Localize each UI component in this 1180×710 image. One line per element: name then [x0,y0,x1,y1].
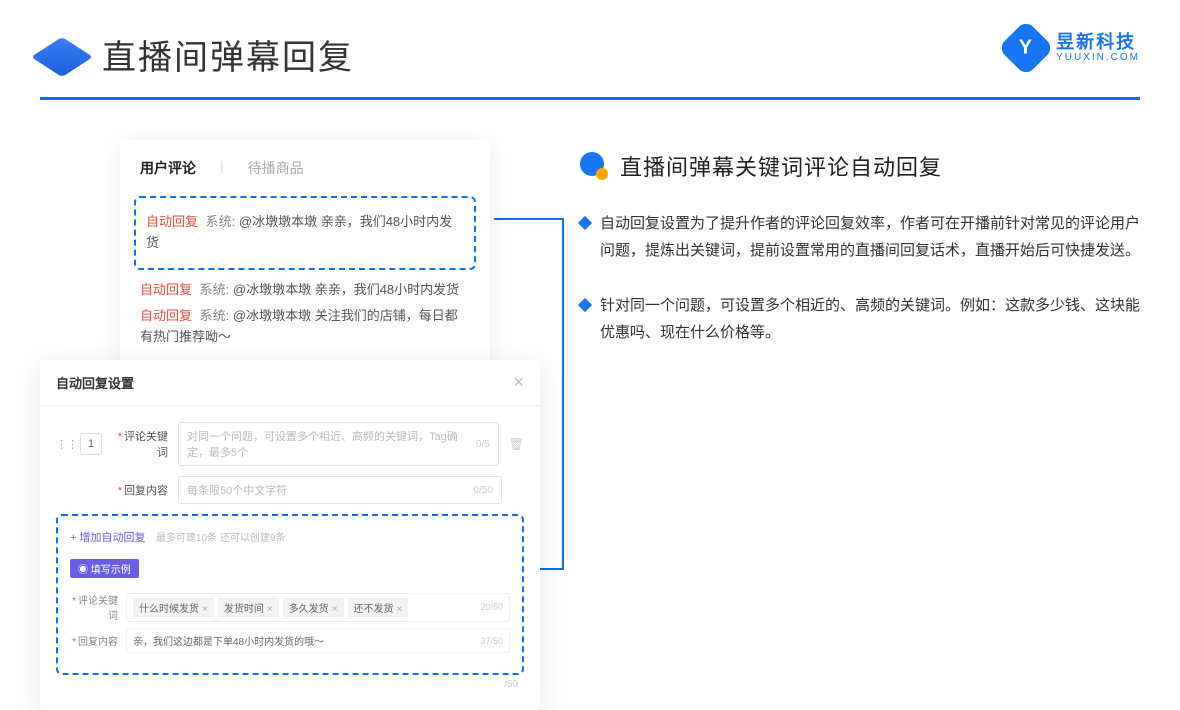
settings-card: 自动回复设置 × ⋮⋮ 1 *评论关键词 对同一个问题，可设置多个相近、高频的关… [40,360,540,710]
section-title: 直播间弹幕关键词评论自动回复 [620,150,942,182]
logo-icon [40,35,84,75]
brand-name-cn: 昱新科技 [1056,33,1140,53]
keyword-tag[interactable]: 发货时间 [218,598,279,617]
bullet-text: 针对同一个问题，可设置多个相近的、高频的关键词。例如：这款多少钱、这块能优惠吗、… [600,292,1140,346]
tab-user-comments[interactable]: 用户评论 [140,158,196,178]
auto-reply-tag: 自动回复 [140,282,192,297]
drag-handle-icon[interactable]: ⋮⋮ [56,438,70,451]
brand-name-en: YUUXIN.COM [1056,52,1140,63]
delete-icon[interactable]: 🗑 [509,437,524,451]
keyword-tag[interactable]: 什么时候发货 [133,598,214,617]
comments-card: 用户评论 | 待播商品 自动回复 系统: @冰墩墩本墩 亲亲，我们48小时内发货… [120,140,490,378]
section-bubble-icon [580,152,608,180]
example-content-box: 亲，我们这边都是下单48小时内发货的哦～ 37/50 [126,628,510,653]
connector-line [562,218,564,568]
index-badge: 1 [80,433,102,455]
add-auto-reply-link[interactable]: + 增加自动回复 [70,529,145,545]
auto-reply-tag: 自动回复 [140,308,192,323]
bullet-icon [578,298,592,312]
bullet-text: 自动回复设置为了提升作者的评论回复效率，作者可在开播前针对常见的评论用户问题，提… [600,210,1140,264]
keyword-tag[interactable]: 多久发货 [283,598,344,617]
example-keyword-box: 什么时候发货发货时间多久发货还不发货 20/50 [126,593,510,622]
connector-line [494,218,564,220]
brand-logo: Y 昱新科技 YUUXIN.COM [1006,28,1140,68]
keyword-tag[interactable]: 还不发货 [348,598,409,617]
content-input[interactable]: 每条限50个中文字符 0/50 [178,476,502,504]
highlighted-comment: 自动回复 系统: @冰墩墩本墩 亲亲，我们48小时内发货 [134,196,476,270]
keyword-input[interactable]: 对同一个问题，可设置多个相近、高频的关键词，Tag确定，最多5个 0/5 [178,422,499,466]
example-section: + 增加自动回复 最多可建10条 还可以创建9条 ◉ 填写示例 *评论关键词 什… [56,514,524,675]
example-badge: ◉ 填写示例 [70,559,139,578]
close-icon[interactable]: × [513,372,524,393]
tab-pending-goods[interactable]: 待播商品 [248,158,304,178]
auto-reply-tag: 自动回复 [146,214,198,229]
brand-icon: Y [998,20,1055,77]
settings-title: 自动回复设置 [56,373,134,392]
bullet-icon [578,216,592,230]
page-title: 直播间弹幕回复 [102,30,354,79]
